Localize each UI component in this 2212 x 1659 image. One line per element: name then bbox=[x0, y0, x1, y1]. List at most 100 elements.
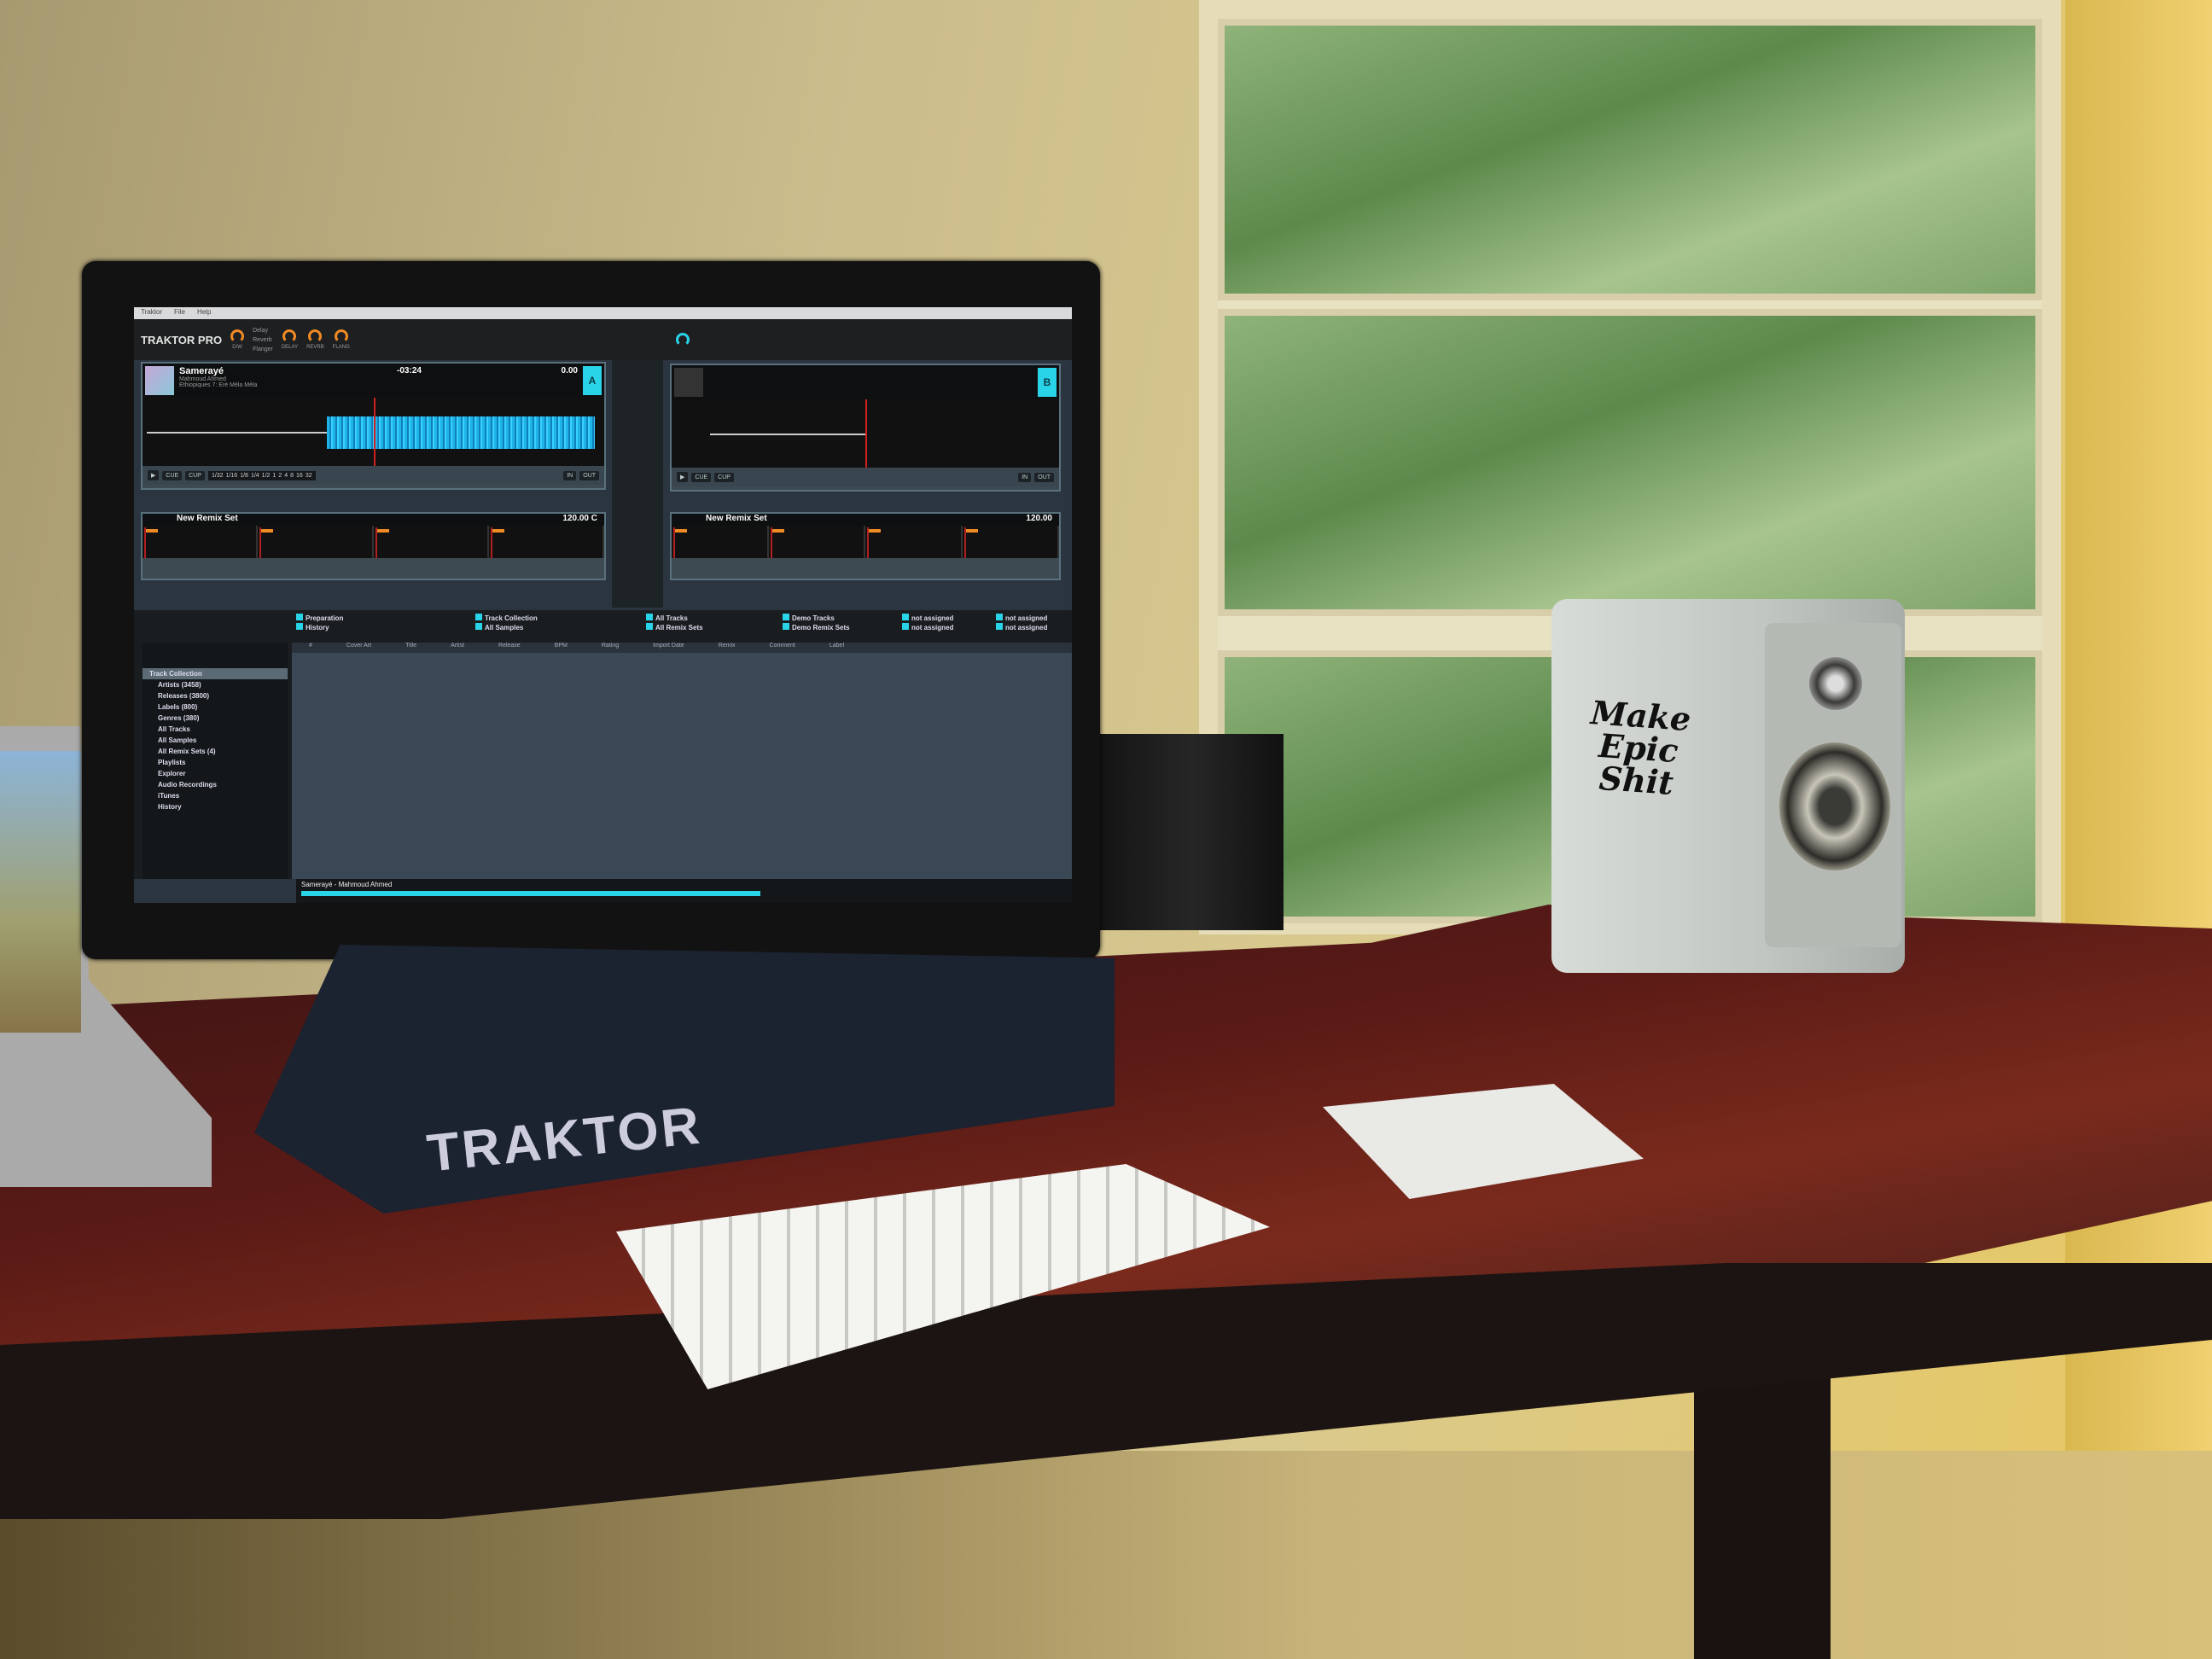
column-header[interactable]: Release bbox=[498, 643, 521, 653]
fx-select[interactable]: Delay bbox=[253, 326, 273, 335]
column-header[interactable]: Rating bbox=[602, 643, 619, 653]
cup-button[interactable]: CUP bbox=[714, 472, 734, 482]
track-list[interactable]: # Cover Art Title Artist Release BPM Rating Imp… bbox=[292, 643, 1072, 879]
loop-size-selector[interactable]: 1/32 1/16 1/8 1/4 1/2 1 2 4 8 16 32 bbox=[207, 470, 316, 480]
deck-letter[interactable]: A bbox=[583, 366, 602, 395]
column-header[interactable]: Artist bbox=[451, 643, 464, 653]
loop-size[interactable]: 1 bbox=[272, 473, 276, 479]
menu-item[interactable]: Help bbox=[197, 308, 211, 318]
tree-item[interactable]: Explorer bbox=[143, 768, 288, 779]
cover-art bbox=[145, 366, 174, 395]
master-volume-knob[interactable] bbox=[676, 333, 690, 346]
menu-bar: Traktor File Help bbox=[134, 307, 1072, 319]
remix-slot[interactable] bbox=[489, 526, 604, 558]
mixer[interactable] bbox=[612, 360, 663, 608]
tree-item[interactable]: Artists (3458) bbox=[143, 679, 288, 690]
favorite[interactable]: Preparation bbox=[296, 614, 343, 623]
loop-out-button[interactable]: OUT bbox=[579, 470, 599, 480]
external-drives bbox=[1100, 734, 1284, 930]
column-header[interactable]: Remix bbox=[719, 643, 736, 653]
tree-item[interactable]: iTunes bbox=[143, 790, 288, 801]
loop-in-button[interactable]: IN bbox=[1018, 472, 1032, 482]
remix-slot[interactable] bbox=[963, 526, 1059, 558]
cue-button[interactable]: CUE bbox=[162, 470, 183, 480]
tree-item[interactable]: All Samples bbox=[143, 735, 288, 746]
remix-slot[interactable] bbox=[258, 526, 374, 558]
loop-size[interactable]: 1/4 bbox=[251, 473, 259, 479]
waveform[interactable] bbox=[143, 398, 604, 466]
tweeter bbox=[1809, 657, 1862, 710]
fx-knob-label: FLANG bbox=[332, 345, 350, 350]
loop-size[interactable]: 2 bbox=[278, 473, 282, 479]
tree-item[interactable]: All Tracks bbox=[143, 724, 288, 735]
fx-select[interactable]: Reverb bbox=[253, 335, 273, 345]
favorite[interactable]: Demo Tracks bbox=[783, 614, 850, 623]
loop-size[interactable]: 1/2 bbox=[262, 473, 271, 479]
remix-slot[interactable] bbox=[865, 526, 963, 558]
remaining-time: -03:24 bbox=[397, 366, 422, 375]
column-header[interactable]: Title bbox=[405, 643, 416, 653]
tree-item[interactable]: Audio Recordings bbox=[143, 779, 288, 790]
tree-item[interactable]: Track Collection bbox=[143, 668, 288, 679]
fx-reverb-knob[interactable] bbox=[308, 329, 323, 343]
favorite[interactable]: All Remix Sets bbox=[646, 623, 703, 632]
remix-slot[interactable] bbox=[143, 526, 259, 558]
status-bar: Samerayé - Mahmoud Ahmed bbox=[296, 879, 1072, 903]
favorite[interactable]: not assigned bbox=[902, 614, 953, 623]
fx-select[interactable]: Flanger bbox=[253, 345, 273, 354]
play-button[interactable]: ▶ bbox=[677, 472, 689, 482]
remix-slot[interactable] bbox=[769, 526, 865, 558]
cup-button[interactable]: CUP bbox=[185, 470, 205, 480]
favorite[interactable]: History bbox=[296, 623, 343, 632]
fx-delay-knob[interactable] bbox=[282, 329, 297, 343]
tree-item[interactable]: History bbox=[143, 801, 288, 812]
fx-flanger-knob[interactable] bbox=[334, 329, 348, 343]
loop-size[interactable]: 4 bbox=[284, 473, 288, 479]
play-button[interactable]: ▶ bbox=[148, 470, 160, 480]
loop-size[interactable]: 1/8 bbox=[240, 473, 248, 479]
remix-slot[interactable] bbox=[374, 526, 489, 558]
speaker-sticker: Make Epic Shit bbox=[1589, 693, 1692, 802]
track-album: Ethiopiques 7: Erè Mèla Mèla bbox=[179, 382, 258, 388]
traktor-logo: TRAKTOR PRO bbox=[141, 333, 223, 346]
favorite[interactable]: not assigned bbox=[902, 623, 953, 632]
tree-item[interactable]: All Remix Sets (4) bbox=[143, 746, 288, 757]
fx-dry-wet-knob[interactable] bbox=[230, 329, 245, 343]
remix-deck-c: New Remix Set 120.00 C bbox=[141, 512, 606, 580]
remix-set-title: New Remix Set bbox=[177, 514, 238, 523]
column-header[interactable]: Comment bbox=[770, 643, 795, 653]
favorite[interactable]: Track Collection bbox=[475, 614, 538, 623]
loop-size[interactable]: 32 bbox=[306, 473, 312, 479]
favorite[interactable]: All Samples bbox=[475, 623, 538, 632]
tree-item[interactable]: Releases (3800) bbox=[143, 690, 288, 701]
loop-size[interactable]: 1/32 bbox=[212, 473, 224, 479]
column-header[interactable]: # bbox=[309, 643, 312, 653]
column-header[interactable]: BPM bbox=[555, 643, 568, 653]
header: TRAKTOR PRO D/W Delay Reverb Flanger DEL… bbox=[134, 319, 1072, 360]
menu-item[interactable]: File bbox=[174, 308, 185, 318]
column-header[interactable]: Cover Art bbox=[346, 643, 371, 653]
tree-item[interactable]: Genres (380) bbox=[143, 713, 288, 724]
favorite[interactable]: Demo Remix Sets bbox=[783, 623, 850, 632]
waveform[interactable] bbox=[672, 399, 1059, 468]
column-header[interactable]: Import Date bbox=[653, 643, 684, 653]
fx-knob-label: D/W bbox=[232, 345, 242, 350]
track-title: Samerayé bbox=[179, 366, 224, 376]
status-progress bbox=[301, 891, 761, 896]
loop-size[interactable]: 8 bbox=[290, 473, 294, 479]
favorite[interactable]: not assigned bbox=[996, 614, 1047, 623]
loop-out-button[interactable]: OUT bbox=[1034, 472, 1054, 482]
menu-item[interactable]: Traktor bbox=[141, 308, 162, 318]
favorite[interactable]: All Tracks bbox=[646, 614, 703, 623]
loop-size[interactable]: 1/16 bbox=[226, 473, 238, 479]
loop-in-button[interactable]: IN bbox=[563, 470, 577, 480]
loop-size[interactable]: 16 bbox=[296, 473, 303, 479]
favorite[interactable]: not assigned bbox=[996, 623, 1047, 632]
remix-slot[interactable] bbox=[672, 526, 769, 558]
laptop-screen bbox=[0, 751, 81, 1033]
column-header[interactable]: Label bbox=[830, 643, 844, 653]
tree-item[interactable]: Labels (800) bbox=[143, 701, 288, 713]
cue-button[interactable]: CUE bbox=[691, 472, 712, 482]
deck-letter[interactable]: B bbox=[1038, 368, 1057, 397]
tree-item[interactable]: Playlists bbox=[143, 757, 288, 768]
